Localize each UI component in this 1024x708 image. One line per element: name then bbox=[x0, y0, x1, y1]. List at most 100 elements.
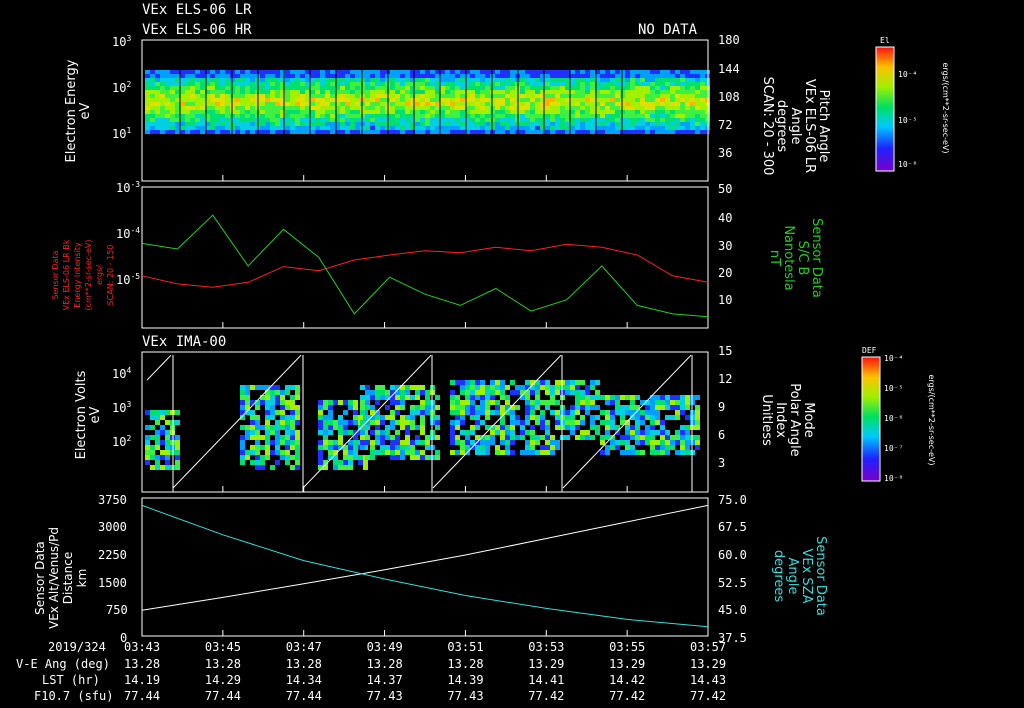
spectrogram-cell bbox=[660, 86, 665, 90]
title-els-lr: VEx ELS-06 LR bbox=[142, 2, 252, 18]
spectrogram-cell bbox=[650, 82, 655, 86]
spectrogram-cell bbox=[345, 118, 350, 122]
spectrogram-cell bbox=[650, 118, 655, 122]
spectrogram-cell bbox=[645, 106, 650, 110]
spectrogram-cell bbox=[480, 440, 485, 445]
spectrogram-cell bbox=[525, 106, 530, 110]
spectrogram-cell bbox=[585, 400, 590, 405]
spectrogram-cell bbox=[343, 460, 348, 465]
spectrogram-cell bbox=[645, 110, 650, 114]
spectrogram-cell bbox=[265, 114, 270, 118]
spectrogram-cell bbox=[645, 90, 650, 94]
spectrogram-cell bbox=[450, 435, 455, 440]
spectrogram-cell bbox=[450, 82, 455, 86]
spectrogram-cell bbox=[575, 395, 580, 400]
spectrogram-cell bbox=[305, 70, 310, 74]
spectrogram-cell bbox=[480, 130, 485, 134]
spectrogram-cell bbox=[505, 122, 510, 126]
spectrogram-cell bbox=[695, 420, 700, 425]
spectrogram-cell bbox=[318, 400, 323, 405]
spectrogram-cell bbox=[505, 450, 510, 455]
spectrogram-cell bbox=[675, 410, 680, 415]
spectrogram-cell bbox=[610, 445, 615, 450]
spectrogram-cell bbox=[215, 90, 220, 94]
spectrogram-cell bbox=[160, 126, 165, 130]
spectrogram-cell bbox=[390, 435, 395, 440]
spectrogram-cell bbox=[170, 98, 175, 102]
spectrogram-cell bbox=[295, 430, 300, 435]
spectrogram-cell bbox=[425, 86, 430, 90]
spectrogram-cell bbox=[180, 86, 185, 90]
spectrogram-cell bbox=[495, 86, 500, 90]
p3-rtick: 9 bbox=[718, 400, 726, 414]
spectrogram-cell bbox=[460, 114, 465, 118]
spectrogram-cell bbox=[665, 74, 670, 78]
spectrogram-cell bbox=[150, 70, 155, 74]
spectrogram-cell bbox=[215, 82, 220, 86]
spectrogram-cell bbox=[380, 70, 385, 74]
spectrogram-cell bbox=[625, 435, 630, 440]
spectrogram-cell bbox=[255, 465, 260, 470]
spectrogram-cell bbox=[475, 395, 480, 400]
spectrogram-cell bbox=[495, 110, 500, 114]
spectrogram-cell bbox=[590, 122, 595, 126]
spectrogram-cell bbox=[540, 450, 545, 455]
footer-ve-label: V-E Ang (deg) bbox=[16, 657, 110, 671]
spectrogram-cell bbox=[575, 82, 580, 86]
spectrogram-cell bbox=[150, 130, 155, 134]
spectrogram-cell bbox=[660, 90, 665, 94]
spectrogram-cell bbox=[645, 440, 650, 445]
spectrogram-cell bbox=[475, 110, 480, 114]
spectrogram-cell bbox=[510, 82, 515, 86]
spectrogram-cell bbox=[415, 130, 420, 134]
spectrogram-cell bbox=[250, 78, 255, 82]
spectrogram-cell bbox=[500, 435, 505, 440]
spectrogram-cell bbox=[475, 78, 480, 82]
spectrogram-cell bbox=[460, 110, 465, 114]
spectrogram-cell bbox=[215, 110, 220, 114]
spectrogram-cell bbox=[565, 102, 570, 106]
spectrogram-cell bbox=[310, 90, 315, 94]
colorbar-el-tick: 10⁻⁵ bbox=[898, 116, 918, 125]
spectrogram-cell bbox=[650, 114, 655, 118]
spectrogram-cell bbox=[215, 106, 220, 110]
spectrogram-cell bbox=[240, 440, 245, 445]
spectrogram-cell bbox=[320, 78, 325, 82]
spectrogram-cell bbox=[580, 98, 585, 102]
spectrogram-cell bbox=[285, 450, 290, 455]
spectrogram-cell bbox=[365, 106, 370, 110]
spectrogram-cell bbox=[635, 86, 640, 90]
spectrogram-cell bbox=[600, 440, 605, 445]
spectrogram-cell bbox=[605, 74, 610, 78]
spectrogram-cell bbox=[565, 74, 570, 78]
spectrogram-cell bbox=[460, 380, 465, 385]
spectrogram-cell bbox=[460, 420, 465, 425]
spectrogram-cell bbox=[600, 114, 605, 118]
spectrogram-cell bbox=[655, 86, 660, 90]
spectrogram-cell bbox=[170, 70, 175, 74]
spectrogram-cell bbox=[480, 82, 485, 86]
spectrogram-cell bbox=[575, 385, 580, 390]
spectrogram-cell bbox=[580, 74, 585, 78]
spectrogram-cell bbox=[180, 94, 185, 98]
spectrogram-cell bbox=[265, 440, 270, 445]
spectrogram-cell bbox=[615, 70, 620, 74]
spectrogram-cell bbox=[360, 410, 365, 415]
spectrogram-cell bbox=[385, 425, 390, 430]
spectrogram-cell bbox=[460, 90, 465, 94]
spectrogram-cell bbox=[525, 410, 530, 415]
spectrogram-cell bbox=[245, 455, 250, 460]
spectrogram-cell bbox=[660, 440, 665, 445]
spectrogram-cell bbox=[405, 425, 410, 430]
spectrogram-cell bbox=[425, 440, 430, 445]
spectrogram-cell bbox=[265, 425, 270, 430]
spectrogram-cell bbox=[380, 82, 385, 86]
spectrogram-cell bbox=[270, 400, 275, 405]
spectrogram-cell bbox=[485, 405, 490, 410]
spectrogram-cell bbox=[435, 425, 440, 430]
spectrogram-cell bbox=[685, 78, 690, 82]
spectrogram-cell bbox=[270, 425, 275, 430]
spectrogram-cell bbox=[305, 106, 310, 110]
spectrogram-cell bbox=[640, 440, 645, 445]
spectrogram-cell bbox=[425, 98, 430, 102]
